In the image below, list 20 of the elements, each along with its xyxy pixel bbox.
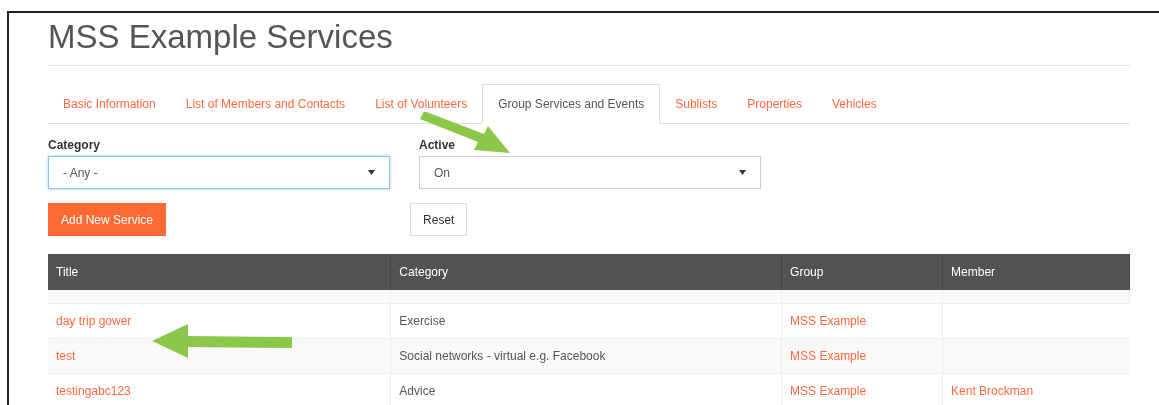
select-field[interactable]: - Any - — [48, 156, 390, 189]
tab[interactable]: List of Members and Contacts — [170, 84, 361, 124]
tab[interactable]: List of Volunteers — [360, 84, 483, 124]
tab[interactable]: Vehicles — [817, 84, 892, 124]
tab[interactable]: Basic Information — [48, 84, 171, 124]
member-link[interactable]: Kent Brockman — [942, 373, 1130, 405]
group-link[interactable]: MSS Example — [781, 373, 943, 405]
tab[interactable]: Group Services and Events — [482, 84, 661, 124]
filter-label: Active — [419, 137, 457, 154]
select-field[interactable]: On — [419, 156, 761, 189]
tab[interactable]: Sublists — [660, 84, 733, 124]
filter-label: Category — [48, 137, 101, 154]
table-cell: Advice — [390, 373, 782, 405]
tab[interactable]: Properties — [732, 84, 817, 124]
title-link[interactable]: testingabc123 — [48, 373, 391, 405]
caret-icon — [368, 170, 375, 175]
caret-icon — [739, 170, 746, 175]
page-title: MSS Example Services — [48, 17, 1130, 66]
button[interactable]: Add New Service — [48, 203, 167, 236]
button[interactable]: Reset — [410, 203, 468, 236]
